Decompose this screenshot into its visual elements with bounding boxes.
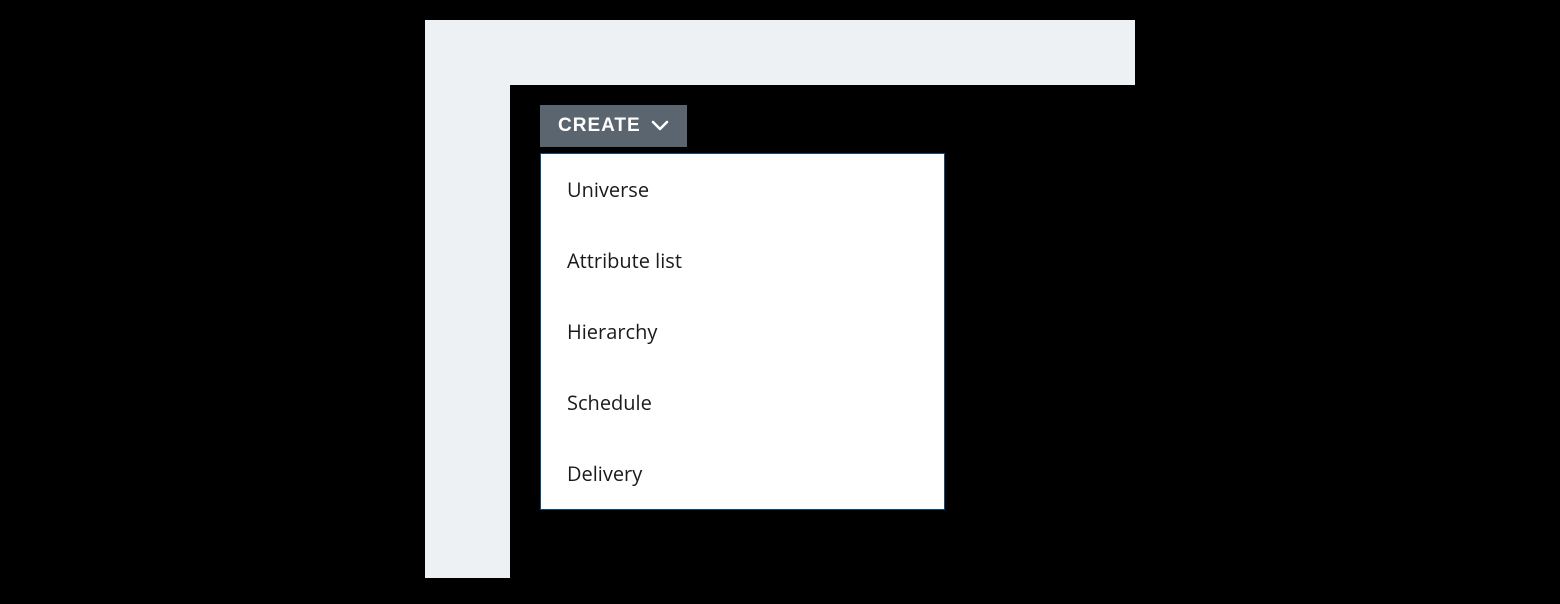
left-panel-background [425,20,510,578]
create-button[interactable]: CREATE [540,105,687,147]
menu-item-label: Attribute list [567,247,682,274]
menu-item-label: Delivery [567,460,642,487]
menu-item-label: Schedule [567,389,652,416]
menu-item-schedule[interactable]: Schedule [541,367,944,438]
menu-item-delivery[interactable]: Delivery [541,438,944,509]
chevron-down-icon [651,120,669,132]
create-button-label: CREATE [558,115,641,137]
create-dropdown-menu: Universe Attribute list Hierarchy Schedu… [540,153,945,510]
menu-item-universe[interactable]: Universe [541,154,944,225]
menu-item-hierarchy[interactable]: Hierarchy [541,296,944,367]
menu-item-attribute-list[interactable]: Attribute list [541,225,944,296]
menu-item-label: Universe [567,176,649,203]
menu-item-label: Hierarchy [567,318,657,345]
top-panel-background [425,20,1135,85]
